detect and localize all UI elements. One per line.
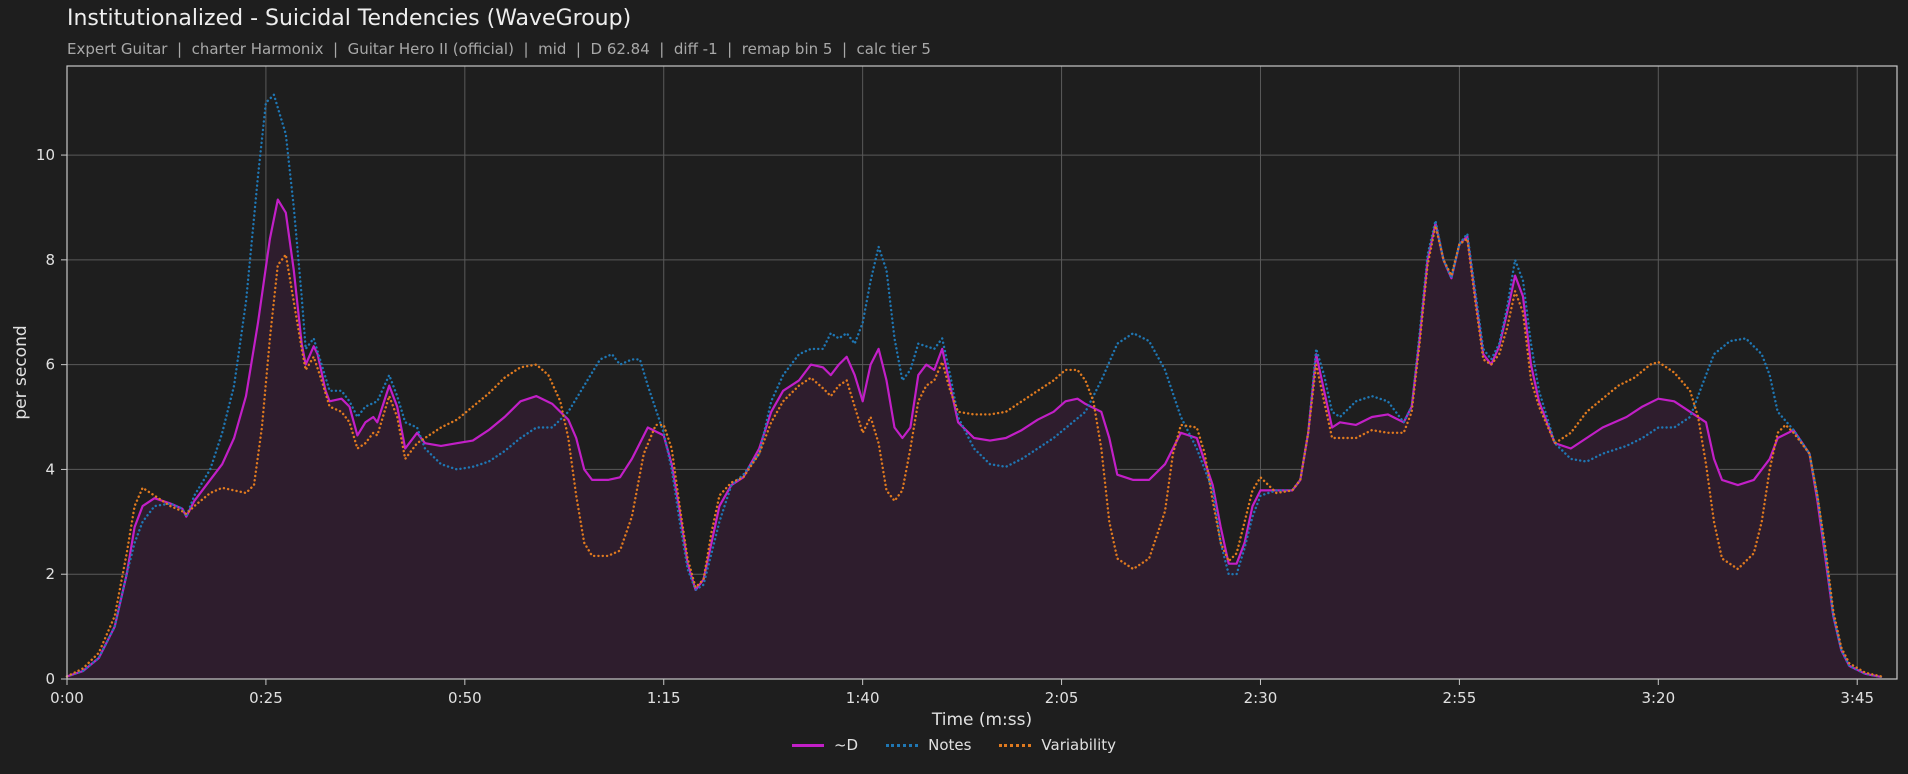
x-tick-label: 1:40 [846, 689, 880, 707]
y-tick-label: 2 [45, 565, 55, 583]
legend-label-variability: Variability [1041, 736, 1117, 754]
y-tick-label: 4 [45, 460, 55, 478]
y-tick-label: 6 [45, 356, 55, 374]
y-axis-label: per second [11, 325, 31, 419]
y-tick-label: 0 [45, 670, 55, 688]
legend: ~D Notes Variability [0, 736, 1908, 754]
legend-item-variability[interactable]: Variability [999, 736, 1116, 754]
legend-swatch-notes [886, 743, 919, 747]
chart-svg: 0:00 0:25 0:50 1:15 1:40 2:05 2:30 2:55 3:20 3:45… [11, 65, 1898, 730]
fill-layer [67, 199, 1882, 679]
x-tick-label: 1:15 [647, 689, 681, 707]
x-tick-label: 2:55 [1443, 689, 1477, 707]
series-area-d [67, 199, 1882, 679]
legend-label-d: ~D [833, 736, 859, 754]
legend-item-notes[interactable]: Notes [886, 736, 971, 754]
legend-swatch-variability [999, 743, 1032, 747]
x-tick-label: 2:30 [1244, 689, 1278, 707]
x-tick-label: 0:25 [249, 689, 283, 707]
x-tick-label: 2:05 [1045, 689, 1079, 707]
x-axis-label: Time (m:ss) [931, 710, 1032, 730]
x-tick-label: 0:00 [50, 689, 84, 707]
x-tick-label: 3:20 [1641, 689, 1675, 707]
legend-item-d[interactable]: ~D [791, 736, 859, 754]
legend-label-notes: Notes [928, 736, 972, 754]
y-tick-label: 10 [36, 146, 55, 164]
x-tick-label: 0:50 [448, 689, 482, 707]
x-tick-label: 3:45 [1840, 689, 1874, 707]
y-tick-label: 8 [45, 251, 55, 269]
legend-swatch-d [791, 743, 824, 747]
